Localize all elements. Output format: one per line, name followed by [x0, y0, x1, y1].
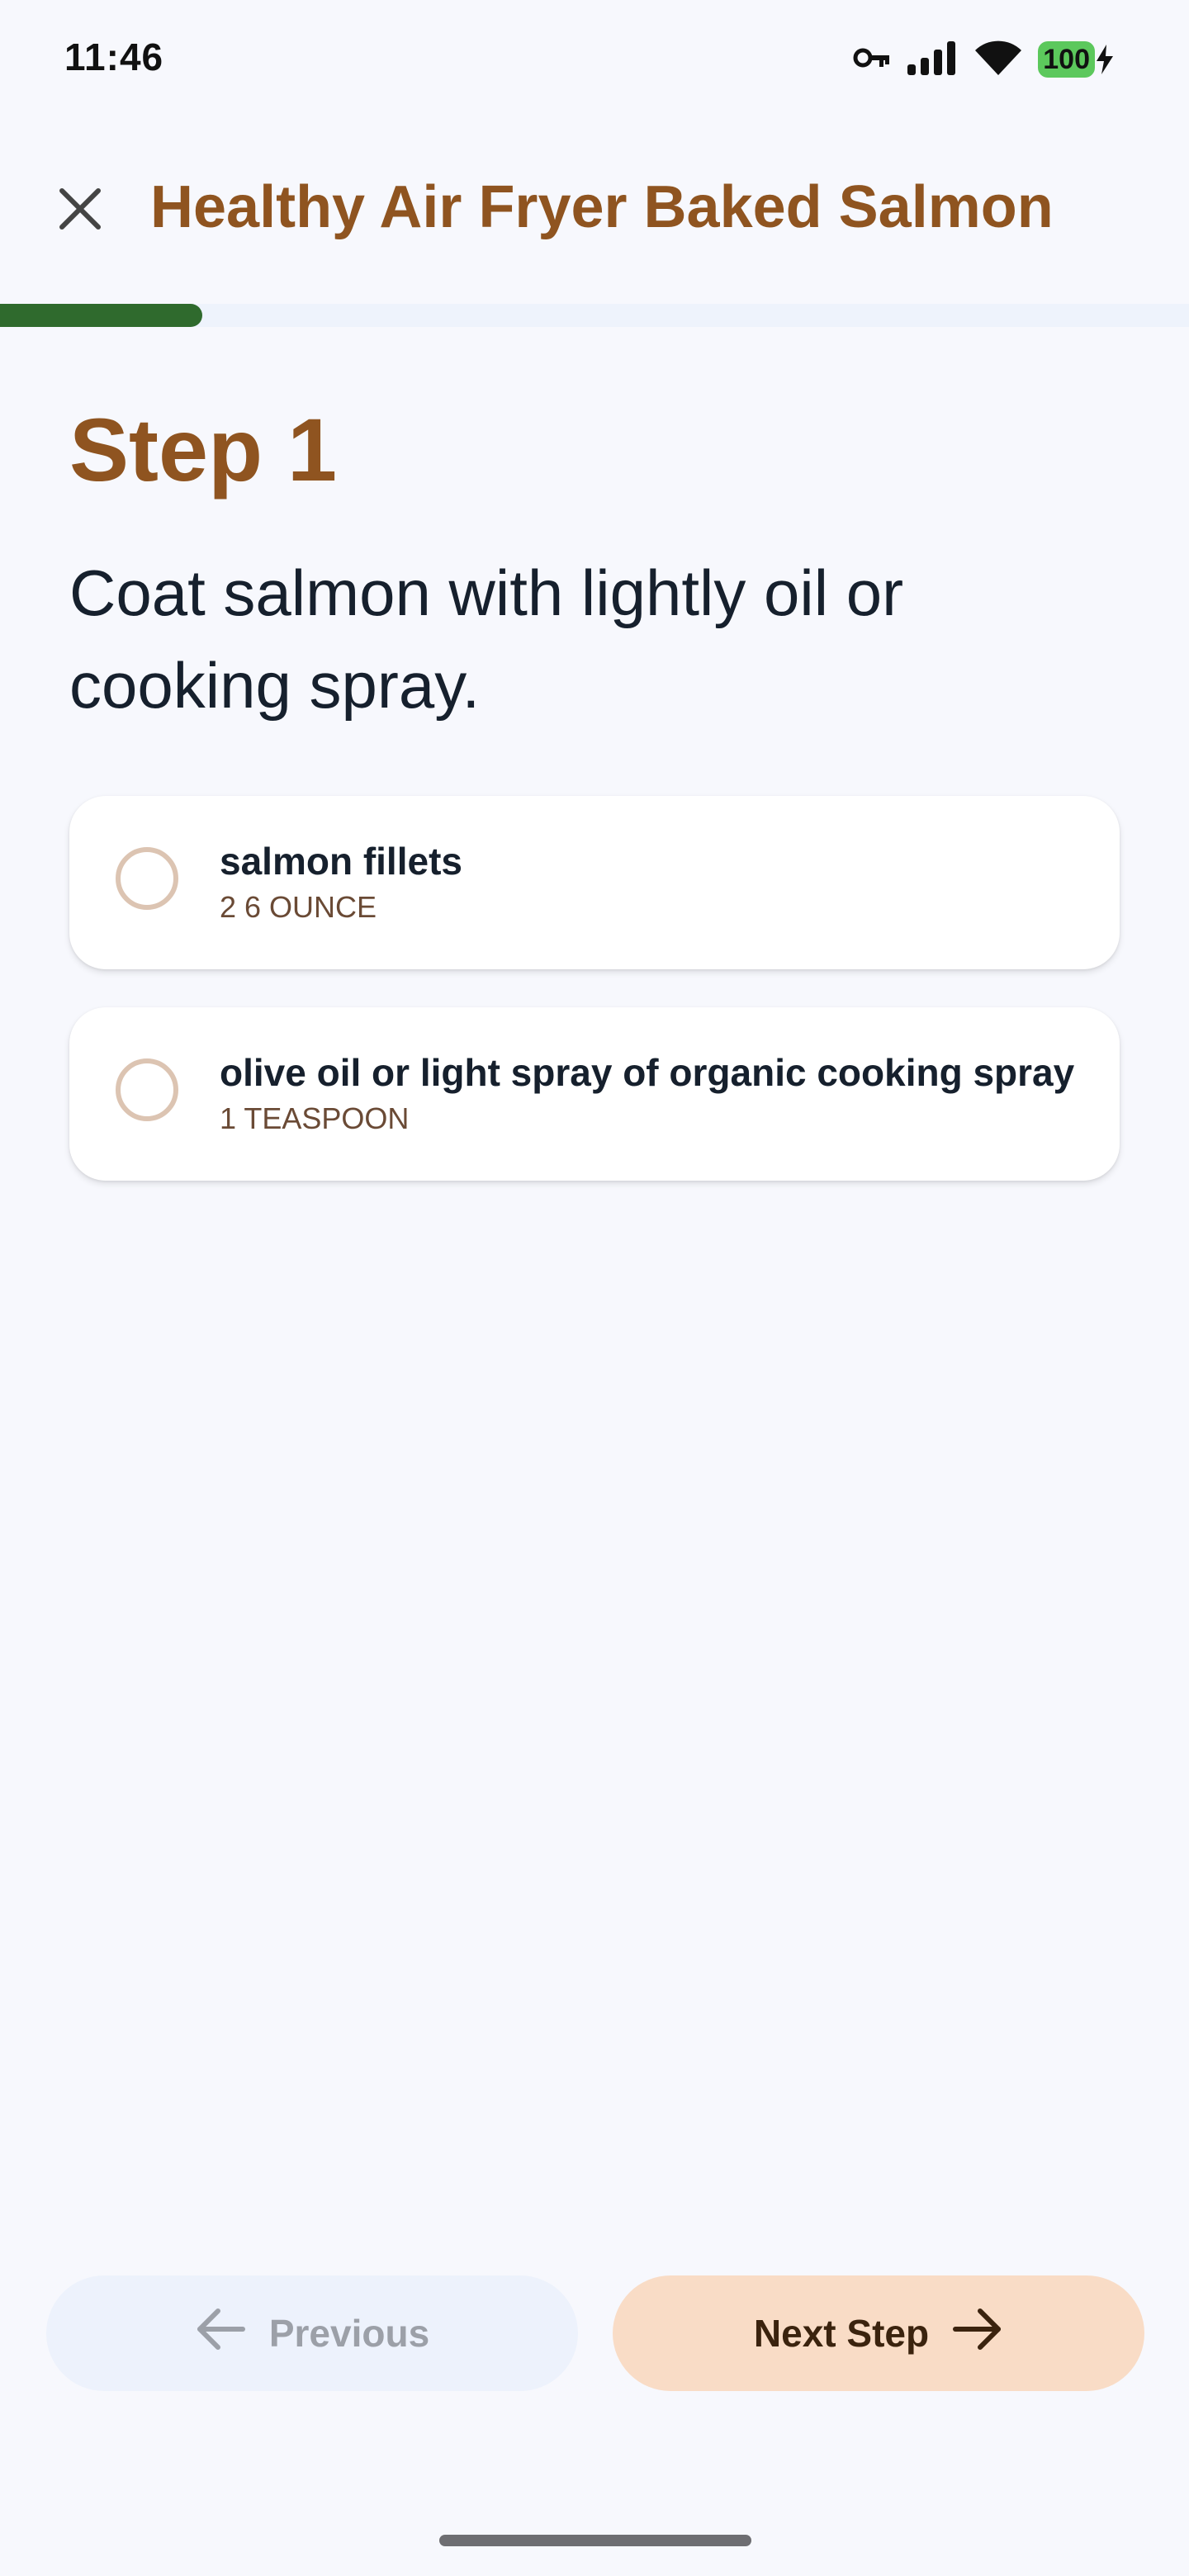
status-icons: 100	[853, 36, 1115, 83]
ingredient-checkbox[interactable]	[116, 847, 178, 910]
next-step-button-label: Next Step	[753, 2312, 930, 2355]
step-title: Step 1	[69, 400, 338, 500]
step-instruction: Coat salmon with lightly oil or cooking …	[69, 556, 904, 722]
next-step-button[interactable]: Next Step	[613, 2275, 1144, 2391]
battery-charging-icon: 100	[1038, 41, 1115, 78]
previous-button-label: Previous	[268, 2312, 430, 2355]
signal-icon	[906, 40, 959, 80]
step-progress-fill	[0, 304, 202, 327]
ingredient-name: olive oil or light spray of organic cook…	[220, 1051, 1075, 1094]
ingredient-checkbox[interactable]	[116, 1058, 178, 1121]
wifi-icon	[973, 39, 1023, 81]
close-button[interactable]	[50, 180, 111, 241]
ingredient-quantity: 1 TEASPOON	[220, 1101, 410, 1135]
home-indicator[interactable]	[439, 2535, 751, 2546]
step-progress-bar	[0, 304, 1189, 327]
ingredient-quantity: 2 6 OUNCE	[220, 890, 377, 924]
status-time: 11:46	[64, 36, 164, 78]
ingredient-card[interactable]: olive oil or light spray of organic cook…	[69, 1007, 1120, 1181]
battery-level: 100	[1038, 41, 1095, 78]
ingredient-card[interactable]: salmon fillets 2 6 OUNCE	[69, 796, 1120, 969]
arrow-left-icon	[195, 2306, 248, 2361]
previous-button[interactable]: Previous	[46, 2275, 578, 2391]
vpn-key-icon	[853, 45, 891, 74]
status-bar: 11:46 100	[0, 0, 1189, 116]
close-icon	[57, 186, 103, 236]
ingredient-name: salmon fillets	[220, 840, 462, 883]
arrow-right-icon	[950, 2306, 1003, 2361]
app-header: Healthy Air Fryer Baked Salmon	[0, 149, 1189, 272]
recipe-title: Healthy Air Fryer Baked Salmon	[150, 174, 1054, 240]
